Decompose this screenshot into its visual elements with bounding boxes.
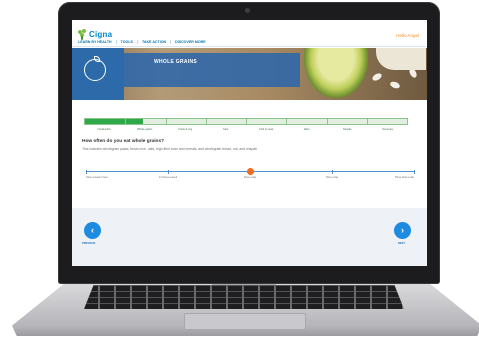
progress-step-label[interactable]: Whole grains [137, 128, 152, 131]
apple-outline-icon [84, 56, 106, 81]
seed-image [371, 71, 383, 83]
slider-stop[interactable] [86, 170, 87, 174]
question-footer: ‹ PREVIOUS › NEXT [72, 208, 427, 266]
brand-logo[interactable]: Cigna [78, 29, 112, 40]
seed-image [389, 80, 401, 90]
chevron-left-icon: ‹ [91, 225, 94, 235]
slider-stop[interactable] [168, 170, 169, 174]
brand-name: Cigna [89, 30, 113, 39]
hero-title: WHOLE GRAINS [154, 59, 198, 65]
progress-step-label[interactable]: Dairy [304, 128, 310, 131]
slider-handle[interactable] [247, 168, 254, 175]
slider-option-label[interactable]: 2-3 times a week [159, 176, 177, 179]
slider-option-label[interactable]: Once a day [244, 176, 256, 179]
next-button[interactable]: › [394, 222, 411, 239]
progress-step-divider [246, 119, 247, 124]
progress-step-divider [205, 119, 207, 124]
progress-step-label[interactable]: Fats [223, 128, 228, 131]
progress-step-label[interactable]: Introduction [97, 128, 111, 131]
cigna-tree-icon [78, 29, 87, 40]
progress-step-label[interactable]: Fish & meat [259, 128, 273, 131]
question-title: How often do you eat whole grains? [82, 139, 165, 144]
previous-button[interactable]: ‹ [84, 222, 101, 239]
slider-stop[interactable] [332, 170, 333, 174]
nav-item-take-action[interactable]: TAKE ACTION [142, 40, 172, 44]
progress-step-divider [326, 119, 328, 124]
nav-item-learn-by-health[interactable]: LEARN BY HEALTH [78, 40, 117, 44]
trackpad [184, 313, 306, 330]
laptop-screen: Cigna Hello Angel LEARN BY HEALTH TOOLS … [72, 20, 427, 266]
progress-step-label[interactable]: Snacks [343, 128, 352, 131]
main-nav: LEARN BY HEALTH TOOLS TAKE ACTION DISCOV… [78, 40, 210, 44]
hero-banner: WHOLE GRAINS [72, 48, 427, 100]
previous-label[interactable]: PREVIOUS [82, 242, 95, 245]
progress-step-divider [125, 119, 127, 124]
slider-option-label[interactable]: Once a week or less [86, 176, 108, 179]
progress-step-label[interactable]: Summary [382, 128, 393, 131]
bowl-image [376, 48, 426, 70]
progress-step-labels: Introduction Whole grains Fruits & veg Fats… [84, 128, 408, 134]
nav-item-tools[interactable]: TOOLS [121, 40, 138, 44]
progress-step-label[interactable]: Fruits & veg [178, 128, 192, 131]
slider-option-label[interactable]: Three times a day [395, 176, 414, 179]
slider-stop[interactable] [414, 170, 415, 174]
header-divider [72, 46, 427, 47]
slider-option-label[interactable]: Twice a day [326, 176, 339, 179]
greeting-link[interactable]: Hello Angel [396, 33, 419, 38]
progress-step-divider [366, 119, 368, 124]
progress-step-divider [286, 119, 288, 124]
melon-image [304, 48, 368, 98]
progress-bar [84, 118, 408, 125]
webcam [245, 8, 250, 13]
next-label[interactable]: NEXT [398, 242, 405, 245]
keyboard-rows [84, 285, 404, 309]
site-header: Cigna Hello Angel LEARN BY HEALTH TOOLS … [72, 20, 427, 46]
progress-step-divider [165, 119, 167, 124]
nav-item-discover-more[interactable]: DISCOVER MORE [175, 40, 210, 44]
progress-fill [85, 119, 143, 124]
question-hint: This includes wholegrain pasta, brown ri… [82, 147, 257, 151]
chevron-right-icon: › [401, 225, 404, 235]
answer-slider[interactable]: Once a week or less 2-3 times a week Once … [86, 168, 415, 201]
